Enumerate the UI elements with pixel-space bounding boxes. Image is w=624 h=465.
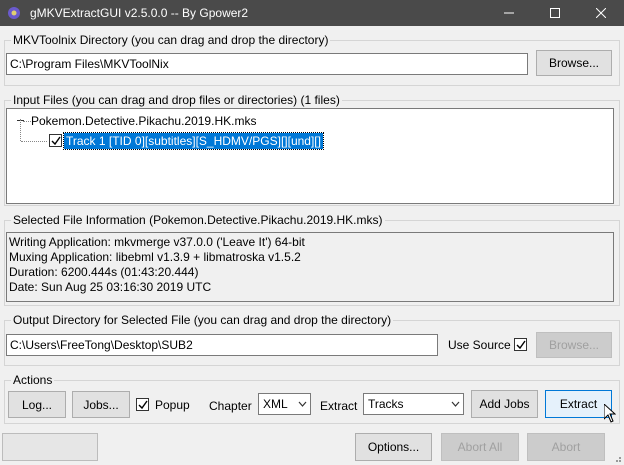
title-bar: gMKVExtractGUI v2.5.0.0 -- By Gpower2 [0, 0, 624, 26]
chapter-select-value: XML [263, 397, 288, 411]
chevron-down-icon [451, 401, 460, 407]
popup-label: Popup [155, 398, 190, 412]
output-group-label: Output Directory for Selected File (you … [11, 313, 394, 327]
output-path-input[interactable]: C:\Users\FreeTong\Desktop\SUB2 [6, 334, 438, 356]
mkvtoolnix-browse-button[interactable]: Browse... [536, 50, 612, 76]
use-source-checkbox[interactable] [514, 338, 527, 351]
log-button[interactable]: Log... [8, 391, 66, 418]
abort-all-button[interactable]: Abort All [441, 433, 519, 461]
tree-connector [23, 121, 31, 122]
tree-item-track[interactable]: Track 1 [TID 0][subtitles][S_HDMV/PGS][]… [63, 132, 324, 150]
tree-item-file[interactable]: Pokemon.Detective.Pikachu.2019.HK.mks [31, 113, 256, 129]
chapter-select[interactable]: XML [258, 393, 311, 415]
file-info-text[interactable]: Writing Application: mkvmerge v37.0.0 ('… [6, 232, 614, 302]
extract-label: Extract [320, 399, 358, 413]
minimize-button[interactable] [486, 0, 532, 26]
extract-button[interactable]: Extract [545, 390, 612, 418]
minimize-icon [504, 12, 514, 14]
file-info-group-label: Selected File Information (Pokemon.Detec… [11, 213, 385, 227]
maximize-icon [550, 8, 560, 18]
extract-select-value: Tracks [368, 397, 404, 411]
options-button[interactable]: Options... [355, 433, 432, 461]
tree-connector [20, 119, 21, 141]
add-jobs-button[interactable]: Add Jobs [471, 390, 538, 418]
actions-group-label: Actions [11, 373, 55, 387]
close-icon [596, 8, 606, 18]
use-source-label: Use Source [448, 338, 511, 352]
output-browse-button[interactable]: Browse... [536, 332, 612, 358]
mkvtoolnix-path-input[interactable]: C:\Program Files\MKVToolNix [6, 53, 528, 75]
app-icon [6, 5, 22, 21]
window-title: gMKVExtractGUI v2.5.0.0 -- By Gpower2 [30, 6, 249, 20]
input-files-tree[interactable]: Pokemon.Detective.Pikachu.2019.HK.mks Tr… [6, 108, 614, 204]
abort-button[interactable]: Abort [527, 433, 605, 461]
checkmark-icon [516, 340, 526, 350]
popup-checkbox[interactable] [136, 398, 149, 411]
extract-select[interactable]: Tracks [363, 393, 464, 415]
info-line: Muxing Application: libebml v1.3.9 + lib… [9, 250, 301, 264]
info-line: Writing Application: mkvmerge v37.0.0 ('… [9, 235, 305, 249]
mkvtoolnix-group-label: MKVToolnix Directory (you can drag and d… [11, 33, 331, 47]
checkmark-icon [138, 400, 148, 410]
input-files-group-label: Input Files (you can drag and drop files… [11, 93, 342, 107]
chevron-down-icon [298, 401, 307, 407]
info-line: Duration: 6200.444s (01:43:20.444) [9, 265, 199, 279]
tree-connector [21, 141, 47, 142]
close-button[interactable] [578, 0, 624, 26]
resize-grip-icon[interactable] [612, 453, 622, 463]
chapter-label: Chapter [209, 399, 252, 413]
info-line: Date: Sun Aug 25 03:16:30 2019 UTC [9, 280, 212, 294]
track-checkbox[interactable] [49, 134, 62, 147]
checkmark-icon [51, 136, 61, 146]
progress-bar [2, 433, 98, 461]
jobs-button[interactable]: Jobs... [72, 391, 130, 418]
cursor-icon [604, 404, 616, 423]
maximize-button[interactable] [532, 0, 578, 26]
